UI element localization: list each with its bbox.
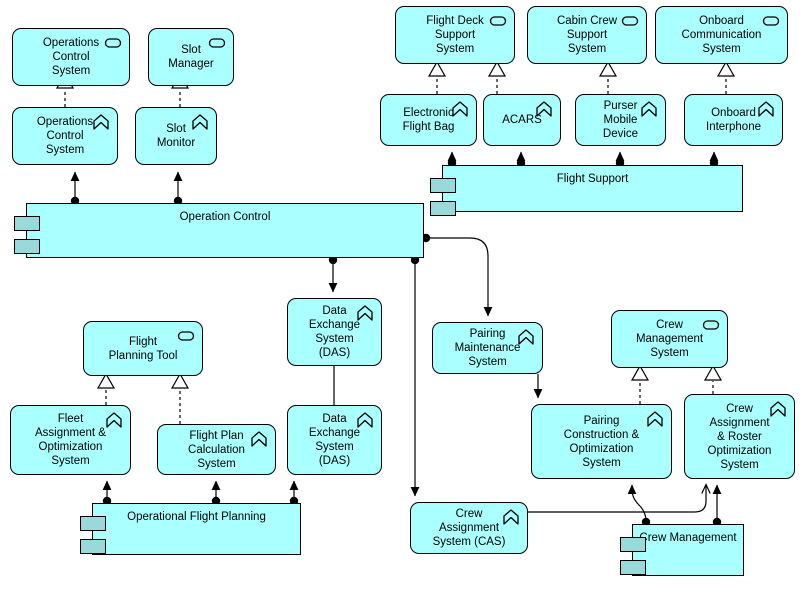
realization-fleet [96, 372, 116, 405]
node-onboard-interphone-app[interactable]: Onboard Interphone [684, 94, 783, 146]
component-tab-lower [430, 201, 456, 216]
composition-cm-crew-roster [712, 484, 722, 527]
composition-oc-slot-monitor [173, 171, 183, 206]
node-operations-control-system-service[interactable]: Operations Control System [12, 28, 130, 86]
component-tab-upper [430, 178, 456, 193]
chevron-up-icon [646, 411, 664, 427]
component-crew-management[interactable]: Crew Management [620, 524, 744, 576]
node-fleet-assignment-optimization-system-app[interactable]: Fleet Assignment & Optimization System [10, 405, 131, 475]
node-onboard-communication-system-service[interactable]: Onboard Communication System [655, 6, 788, 64]
node-data-exchange-system-das-upper[interactable]: Data Exchange System (DAS) [287, 298, 382, 366]
composition-cm-pairing-construction [627, 484, 651, 527]
chevron-up-icon [356, 412, 374, 428]
component-tab-upper [80, 516, 106, 531]
composition-ofp-das [289, 480, 299, 506]
node-crew-assignment-system-cas-app[interactable]: Crew Assignment System (CAS) [410, 502, 528, 554]
composition-ofp-fleet [102, 480, 112, 506]
node-flight-deck-support-system-service[interactable]: Flight Deck Support System [395, 6, 515, 64]
realization-crew-roster [703, 364, 723, 394]
realization-acars [487, 60, 507, 94]
node-pairing-maintenance-system-app[interactable]: Pairing Maintenance System [432, 322, 543, 374]
component-label: Operation Control [179, 211, 271, 223]
component-label: Flight Support [556, 173, 629, 185]
architecture-diagram-canvas: Operations Control System Slot Manager O… [0, 0, 806, 591]
chevron-up-icon [757, 101, 775, 117]
node-slot-manager-service[interactable]: Slot Manager [148, 28, 234, 86]
composition-oc-pairing-maintenance [421, 233, 493, 317]
rounded-rectangle-icon [702, 317, 720, 332]
component-flight-support[interactable]: Flight Support [430, 165, 743, 216]
component-tab-lower [80, 539, 106, 554]
chevron-up-icon [105, 412, 123, 428]
chevron-up-icon [356, 305, 374, 321]
rounded-rectangle-icon [489, 13, 507, 28]
component-tab-upper [14, 216, 40, 231]
chevron-up-icon [769, 401, 787, 417]
component-tab-lower [14, 239, 40, 254]
node-data-exchange-system-das-lower[interactable]: Data Exchange System (DAS) [287, 405, 382, 475]
composition-oc-das [328, 255, 338, 293]
chevron-up-icon [517, 329, 535, 345]
realization-purser [598, 60, 618, 94]
chevron-up-icon [92, 114, 110, 130]
realization-pairing-construction [630, 364, 650, 404]
component-label: Operational Flight Planning [127, 511, 266, 523]
chevron-up-icon [191, 114, 209, 130]
chevron-up-icon [250, 431, 268, 447]
chevron-up-icon [640, 101, 658, 117]
component-tab-upper [620, 537, 646, 552]
component-operational-flight-planning[interactable]: Operational Flight Planning [80, 503, 301, 555]
composition-oc-ocs [70, 171, 80, 206]
node-cabin-crew-support-system-service[interactable]: Cabin Crew Support System [527, 6, 647, 64]
component-operation-control[interactable]: Operation Control [14, 203, 424, 258]
node-flight-plan-calculation-system-app[interactable]: Flight Plan Calculation System [157, 424, 276, 475]
rounded-rectangle-icon [104, 35, 122, 50]
composition-oc-cas [410, 255, 420, 497]
flow-cas-to-crew-roster [528, 483, 711, 513]
realization-interphone [716, 60, 736, 94]
node-acars-app[interactable]: ACARS [483, 94, 561, 146]
composition-ofp-fpc [211, 480, 221, 506]
realization-fpc [170, 372, 190, 424]
rounded-rectangle-icon [621, 13, 639, 28]
chevron-up-icon [451, 101, 469, 117]
node-purser-mobile-device-app[interactable]: Purser Mobile Device [575, 94, 666, 146]
node-operations-control-system-app[interactable]: Operations Control System [12, 107, 118, 165]
rounded-rectangle-icon [208, 35, 226, 50]
node-crew-management-system-service[interactable]: Crew Management System [611, 310, 728, 368]
component-label: Crew Management [639, 532, 737, 544]
rounded-rectangle-icon [177, 328, 195, 343]
realization-efb [427, 60, 447, 94]
node-slot-monitor-app[interactable]: Slot Monitor [135, 107, 217, 165]
node-pairing-construction-optimization-system-app[interactable]: Pairing Construction & Optimization Syst… [531, 404, 672, 479]
component-tab-lower [620, 560, 646, 575]
node-crew-assignment-roster-optimization-system-app[interactable]: Crew Assignment & Roster Optimization Sy… [684, 394, 795, 479]
node-electronic-flight-bag-app[interactable]: Electronic Flight Bag [380, 94, 477, 146]
node-flight-planning-tool-service[interactable]: Flight Planning Tool [83, 321, 203, 376]
rounded-rectangle-icon [762, 13, 780, 28]
chevron-up-icon [502, 509, 520, 525]
chevron-up-icon [535, 101, 553, 117]
